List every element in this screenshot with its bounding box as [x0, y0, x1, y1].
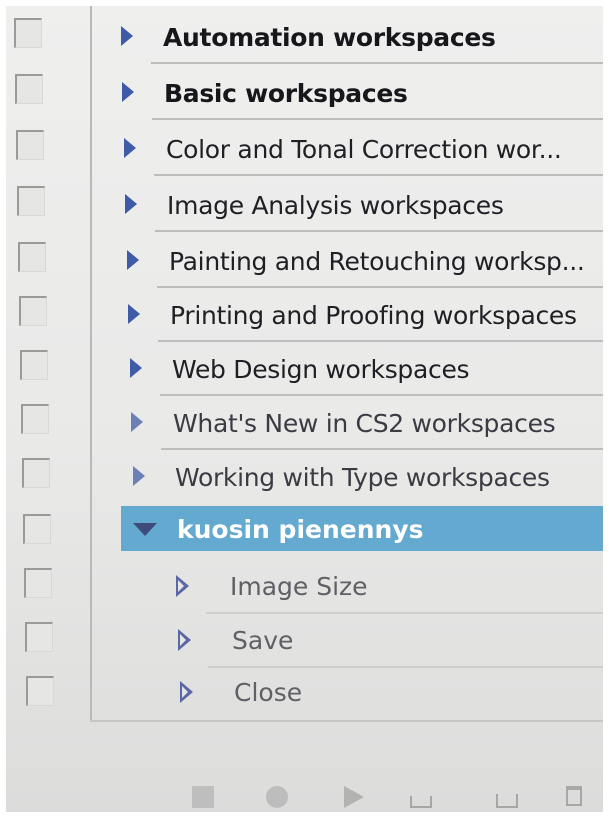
- toggle-checkbox[interactable]: [19, 296, 47, 326]
- row-divider: [154, 174, 603, 176]
- toggle-checkbox[interactable]: [17, 186, 45, 216]
- toggle-checkbox[interactable]: [23, 514, 51, 544]
- toggle-checkbox[interactable]: [26, 676, 54, 706]
- action-set-label: Image Analysis workspaces: [167, 191, 504, 220]
- action-set-label: Automation workspaces: [163, 23, 496, 52]
- action-set-row[interactable]: Painting and Retouching worksp...: [127, 236, 603, 288]
- action-set-label: Color and Tonal Correction wor...: [166, 135, 562, 164]
- row-divider: [161, 448, 603, 450]
- expand-triangle-icon[interactable]: [176, 575, 189, 597]
- action-row[interactable]: Close: [180, 668, 603, 720]
- toggle-checkbox[interactable]: [24, 568, 52, 598]
- row-divider: [152, 118, 603, 120]
- selected-action-set-label: kuosin pienennys: [177, 515, 424, 544]
- expand-triangle-icon[interactable]: [131, 412, 143, 432]
- expand-triangle-icon[interactable]: [133, 466, 145, 486]
- row-divider: [158, 340, 603, 342]
- new-set-icon[interactable]: [410, 796, 432, 808]
- row-divider: [206, 612, 603, 614]
- toggle-checkbox[interactable]: [16, 130, 44, 160]
- row-divider: [160, 394, 603, 396]
- toggle-checkbox[interactable]: [14, 18, 42, 48]
- toggle-column: [6, 6, 92, 722]
- list-bottom-divider: [90, 720, 603, 722]
- expand-triangle-icon[interactable]: [124, 138, 136, 158]
- expand-triangle-icon[interactable]: [127, 250, 139, 270]
- new-action-icon[interactable]: [496, 794, 518, 808]
- action-set-label: Printing and Proofing workspaces: [170, 301, 577, 330]
- action-label: Close: [234, 678, 303, 707]
- action-set-row[interactable]: Basic workspaces: [122, 68, 603, 120]
- expand-triangle-icon[interactable]: [178, 629, 191, 651]
- toggle-checkbox[interactable]: [15, 74, 43, 104]
- action-label: Image Size: [230, 572, 368, 601]
- row-divider: [151, 62, 603, 64]
- action-set-row[interactable]: Image Analysis workspaces: [125, 180, 603, 232]
- action-set-label: Basic workspaces: [164, 79, 408, 108]
- toggle-checkbox[interactable]: [22, 458, 50, 488]
- action-row[interactable]: Save: [178, 616, 603, 668]
- expand-triangle-icon[interactable]: [128, 304, 140, 324]
- action-set-label: Working with Type workspaces: [175, 463, 550, 492]
- expand-triangle-icon[interactable]: [122, 82, 134, 102]
- toggle-checkbox[interactable]: [25, 622, 53, 652]
- toggle-checkbox[interactable]: [20, 350, 48, 380]
- action-set-row[interactable]: What's New in CS2 workspaces: [131, 398, 603, 450]
- action-set-row[interactable]: Color and Tonal Correction wor...: [124, 124, 603, 176]
- row-divider: [155, 230, 603, 232]
- action-set-label: What's New in CS2 workspaces: [173, 409, 556, 438]
- toggle-checkbox[interactable]: [18, 242, 46, 272]
- trash-icon[interactable]: [566, 786, 582, 806]
- expand-triangle-icon[interactable]: [121, 26, 133, 46]
- action-label: Save: [232, 626, 294, 655]
- play-icon[interactable]: [344, 786, 364, 808]
- row-divider: [157, 286, 603, 288]
- action-set-label: Painting and Retouching worksp...: [169, 247, 585, 276]
- actions-panel: Automation workspaces Basic workspaces C…: [6, 6, 603, 812]
- collapse-triangle-icon[interactable]: [133, 523, 157, 536]
- toggle-checkbox[interactable]: [21, 404, 49, 434]
- expand-triangle-icon[interactable]: [180, 681, 193, 703]
- action-set-row[interactable]: Web Design workspaces: [130, 344, 603, 396]
- stop-icon[interactable]: [192, 786, 214, 808]
- record-icon[interactable]: [266, 786, 288, 808]
- action-set-row[interactable]: Automation workspaces: [121, 12, 603, 64]
- action-row[interactable]: Image Size: [176, 562, 603, 614]
- action-set-row[interactable]: Printing and Proofing workspaces: [128, 290, 603, 342]
- expand-triangle-icon[interactable]: [125, 194, 137, 214]
- expand-triangle-icon[interactable]: [130, 358, 142, 378]
- selected-action-set-row[interactable]: kuosin pienennys: [121, 506, 603, 551]
- action-set-label: Web Design workspaces: [172, 355, 470, 384]
- panel-toolbar: [6, 776, 603, 812]
- action-set-row[interactable]: Working with Type workspaces: [133, 452, 603, 504]
